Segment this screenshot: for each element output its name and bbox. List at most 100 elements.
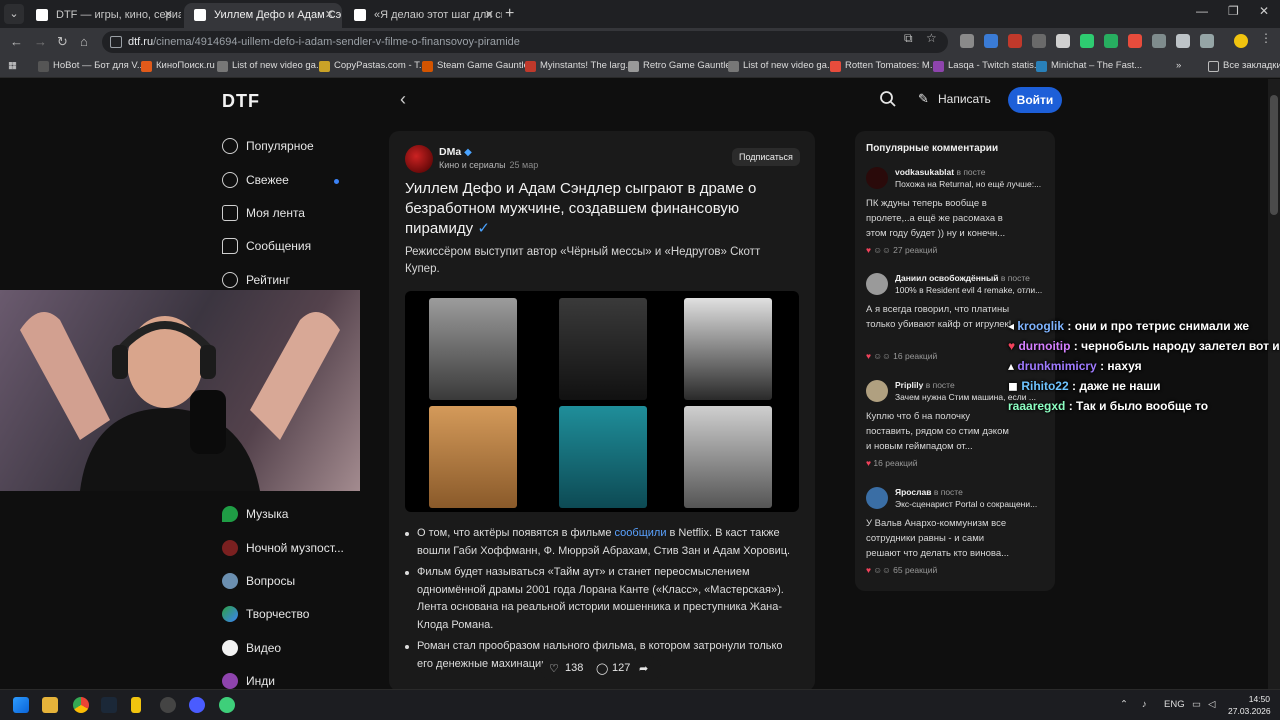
close-window-button[interactable]: ✕ xyxy=(1259,4,1269,18)
volume-icon[interactable]: ◁ xyxy=(1208,699,1215,710)
dtf-logo[interactable]: DTF xyxy=(222,91,260,112)
forward-arrow-icon[interactable]: → xyxy=(34,34,47,49)
cast-icon[interactable]: ⧉ xyxy=(904,31,913,46)
bookmark-item[interactable]: Lasqa - Twitch statis... xyxy=(933,60,1042,72)
heart-icon: ♥ xyxy=(866,458,872,468)
new-tab-button[interactable]: + xyxy=(505,5,514,23)
minimize-button[interactable]: — xyxy=(1196,4,1208,18)
tab-other-article[interactable]: «Я делаю этот шаг для своей ✕ xyxy=(344,3,502,28)
puzzle-icon[interactable] xyxy=(1200,34,1214,48)
category-link[interactable]: Кино и сериалы xyxy=(439,160,506,170)
sidebar-item-video[interactable]: Видео xyxy=(222,637,281,659)
maximize-button[interactable]: ❐ xyxy=(1228,4,1239,18)
back-arrow-icon[interactable]: ← xyxy=(10,34,23,49)
extension-icon[interactable] xyxy=(1056,34,1070,48)
chat-message: ◂ krooglik : они и про тетрис снимали же xyxy=(1008,319,1250,333)
microphone-icon[interactable]: ♪ xyxy=(1142,699,1147,710)
sidebar-item-messages[interactable]: Сообщения xyxy=(222,235,311,257)
extension-icon[interactable] xyxy=(1152,34,1166,48)
subscribe-button[interactable]: Подписаться xyxy=(732,148,800,166)
pencil-icon: ✎ xyxy=(918,91,929,106)
bookmark-item[interactable]: List of new video ga... xyxy=(217,60,324,72)
bookmark-star-icon[interactable]: ☆ xyxy=(926,31,937,45)
menu-dots-icon[interactable]: ⋮ xyxy=(1260,31,1272,45)
bookmark-item[interactable]: Steam Game Gauntlet xyxy=(422,60,532,72)
address-bar[interactable]: dtf.ru/cinema/4914694-uillem-defo-i-adam… xyxy=(102,31,948,53)
app-icon[interactable] xyxy=(219,697,235,713)
diamond-icon: ◆ xyxy=(464,147,472,158)
sidebar-item-night-music[interactable]: Ночной музпост... xyxy=(222,537,344,559)
bookmark-item[interactable]: Retro Game Gauntlet xyxy=(628,60,733,72)
close-icon[interactable]: ✕ xyxy=(164,3,173,27)
tab-article[interactable]: Уиллем Дефо и Адам Сэндлер ✕ xyxy=(184,3,342,28)
scrollbar-thumb[interactable] xyxy=(1270,95,1278,215)
extension-icon[interactable] xyxy=(1104,34,1118,48)
extension-icon[interactable] xyxy=(1032,34,1046,48)
windows-start-icon[interactable] xyxy=(13,697,29,713)
sidebar-item-questions[interactable]: Вопросы xyxy=(222,570,295,592)
comment-card[interactable]: vodkasukablat в посте Похожа на Returnal… xyxy=(866,167,1050,263)
sidebar-item-music[interactable]: Музыка xyxy=(222,503,288,525)
write-button[interactable]: ✎ Написать xyxy=(918,91,991,106)
page-scrollbar[interactable] xyxy=(1268,79,1280,689)
steam-icon[interactable] xyxy=(101,697,117,713)
comment-icon[interactable]: ◯ xyxy=(596,662,608,675)
article-title[interactable]: Уиллем Дефо и Адам Сэндлер сыграют в дра… xyxy=(405,179,785,239)
home-icon[interactable]: ⌂ xyxy=(80,34,88,49)
actors-collage-image[interactable] xyxy=(405,291,799,512)
obs-icon[interactable] xyxy=(160,697,176,713)
comment-card[interactable]: Ярослав в посте Экс-сценарист Portal о с… xyxy=(866,487,1050,583)
avatar[interactable] xyxy=(405,145,433,173)
source-link[interactable]: сообщили xyxy=(615,527,667,539)
tab-search-button[interactable]: ⌄ xyxy=(4,4,24,24)
chevron-right-icon[interactable]: » xyxy=(1176,60,1181,71)
sidebar-item-my-feed[interactable]: Моя лента xyxy=(222,202,305,224)
system-clock[interactable]: 14:50 27.03.2026 xyxy=(1228,693,1271,717)
extension-icon[interactable] xyxy=(1008,34,1022,48)
bookmark-item[interactable]: List of new video ga... xyxy=(728,60,835,72)
language-indicator[interactable]: ENG xyxy=(1164,699,1185,710)
url-host: dtf.ru xyxy=(128,36,154,48)
reaction-count: ♥ ☺☺ 65 реакций xyxy=(866,565,938,575)
sidebar-item-popular[interactable]: Популярное xyxy=(222,135,314,157)
author-name[interactable]: DMa ◆ xyxy=(439,146,472,158)
heart-icon: ♥ xyxy=(1008,339,1016,353)
app-icon[interactable] xyxy=(131,697,141,713)
sidebar-item-indie[interactable]: Инди xyxy=(222,670,275,689)
bookmark-item[interactable]: CopyPastas.com - T... xyxy=(319,60,427,72)
sidebar-item-creativity[interactable]: Творчество xyxy=(222,603,309,625)
sidebar-item-fresh[interactable]: Свежее xyxy=(222,169,289,191)
tab-dtf-home[interactable]: DTF — игры, кино, сериалы, р ✕ xyxy=(26,3,181,28)
chevron-up-icon[interactable]: ⌃ xyxy=(1120,699,1128,710)
close-icon[interactable]: ✕ xyxy=(485,3,494,27)
emoji-icon: ☺☺ xyxy=(873,565,891,575)
write-label: Написать xyxy=(938,92,991,106)
streamer-image xyxy=(20,312,340,491)
site-info-icon[interactable] xyxy=(110,36,122,48)
file-explorer-icon[interactable] xyxy=(42,697,58,713)
extension-icon[interactable] xyxy=(1128,34,1142,48)
share-icon[interactable]: ➦ xyxy=(639,662,648,675)
bookmark-item[interactable]: КиноПоиск.ru xyxy=(141,60,215,72)
sidebar-item-rating[interactable]: Рейтинг xyxy=(222,269,290,291)
network-icon[interactable]: ▭ xyxy=(1192,699,1201,710)
apps-grid-icon[interactable]: ▦ xyxy=(8,60,17,71)
avatar[interactable] xyxy=(1234,34,1248,48)
search-icon[interactable] xyxy=(879,90,897,108)
bookmark-item[interactable]: Rotten Tomatoes: M... xyxy=(830,60,938,72)
chrome-icon[interactable] xyxy=(73,697,89,713)
extension-icon[interactable] xyxy=(984,34,998,48)
back-chevron-icon[interactable]: ‹ xyxy=(400,89,406,110)
close-icon[interactable]: ✕ xyxy=(325,3,334,27)
reload-icon[interactable]: ↻ xyxy=(57,34,68,50)
bookmark-item[interactable]: HoBot — Бот для V... xyxy=(38,60,145,72)
heart-icon[interactable]: ♡ xyxy=(549,662,559,675)
all-bookmarks[interactable]: Все закладки xyxy=(1208,60,1280,72)
app-icon[interactable] xyxy=(189,697,205,713)
bookmark-item[interactable]: Minichat – The Fast... xyxy=(1036,60,1142,72)
extension-icon[interactable] xyxy=(960,34,974,48)
extension-icon[interactable] xyxy=(1080,34,1094,48)
login-button[interactable]: Войти xyxy=(1008,87,1062,113)
extension-icon[interactable] xyxy=(1176,34,1190,48)
bookmark-item[interactable]: Myinstants! The larg... xyxy=(525,60,633,72)
